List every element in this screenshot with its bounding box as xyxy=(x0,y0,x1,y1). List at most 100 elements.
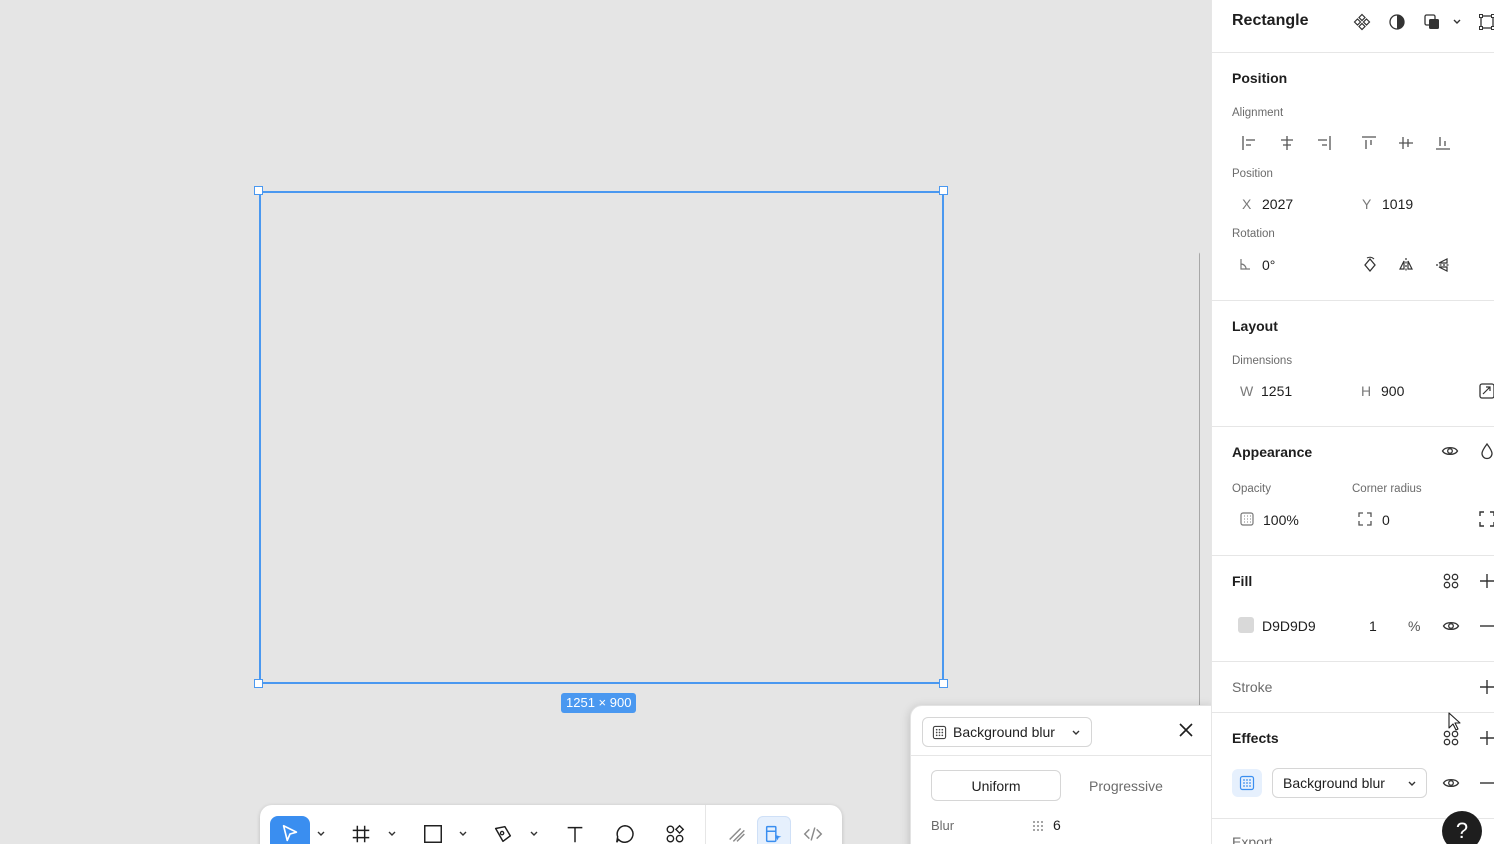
opacity-input[interactable]: 100% xyxy=(1263,512,1299,528)
panel-divider xyxy=(1212,555,1494,556)
rectangle-tool-button[interactable] xyxy=(418,816,448,844)
chevron-down-icon xyxy=(1072,730,1080,735)
flip-vertical-icon[interactable] xyxy=(1434,256,1452,274)
effect-type-label: Background blur xyxy=(953,724,1055,740)
segment-progressive[interactable]: Progressive xyxy=(1061,770,1191,801)
resize-handle-top-right[interactable] xyxy=(939,186,948,195)
segment-uniform[interactable]: Uniform xyxy=(931,770,1061,801)
effect-type-select[interactable]: Background blur xyxy=(922,717,1092,747)
code-tool-button[interactable] xyxy=(798,816,828,844)
x-letter: X xyxy=(1242,196,1252,212)
constrain-proportions-icon[interactable] xyxy=(1478,382,1494,400)
blend-mode-drop-icon[interactable] xyxy=(1478,442,1494,460)
mask-icon[interactable] xyxy=(1388,13,1406,31)
rotate-90-icon[interactable] xyxy=(1361,256,1379,274)
resize-handle-bottom-right[interactable] xyxy=(939,679,948,688)
effect-settings-button[interactable] xyxy=(1232,769,1262,797)
effect-type-dropdown[interactable]: Background blur xyxy=(1272,768,1427,798)
align-bottom-icon[interactable] xyxy=(1434,134,1452,152)
chevron-down-icon[interactable] xyxy=(316,829,326,839)
text-tool-button[interactable] xyxy=(560,816,590,844)
chevron-down-icon xyxy=(1408,781,1416,786)
canvas-scrollbar[interactable] xyxy=(1199,252,1200,712)
fill-visibility-eye-icon[interactable] xyxy=(1442,617,1460,635)
position-label: Position xyxy=(1232,168,1273,180)
panel-divider xyxy=(1212,426,1494,427)
dev-handoff-icon xyxy=(765,825,782,843)
code-icon xyxy=(803,827,823,841)
components-tool-button[interactable] xyxy=(660,816,690,844)
styles-grid-icon[interactable] xyxy=(1442,572,1460,590)
dimension-badge: 1251 × 900 xyxy=(561,693,637,713)
popover-divider xyxy=(911,755,1213,756)
drag-dots-icon[interactable] xyxy=(1032,820,1044,832)
resize-handle-bottom-left[interactable] xyxy=(254,679,263,688)
toolbar-divider xyxy=(705,805,706,844)
move-icon xyxy=(282,824,298,842)
remove-effect-minus-icon[interactable] xyxy=(1478,774,1494,792)
position-section-title: Position xyxy=(1232,70,1288,86)
width-input[interactable]: 1251 xyxy=(1261,383,1292,399)
fill-hex-input[interactable]: D9D9D9 xyxy=(1262,618,1316,634)
align-left-icon[interactable] xyxy=(1240,134,1258,152)
y-input[interactable]: 1019 xyxy=(1382,196,1413,212)
blur-grid-icon xyxy=(932,725,947,740)
chevron-down-icon[interactable] xyxy=(1451,13,1463,31)
add-fill-plus-icon[interactable] xyxy=(1478,572,1494,590)
effect-visibility-eye-icon[interactable] xyxy=(1442,774,1460,792)
effect-settings-popover: Background blur Uniform Progressive Blur… xyxy=(910,705,1213,844)
chevron-down-icon[interactable] xyxy=(387,829,397,839)
rectangle-icon xyxy=(424,825,442,843)
appearance-section-title: Appearance xyxy=(1232,444,1313,460)
component-icon[interactable] xyxy=(1353,13,1371,31)
blur-mode-segmented-control: Uniform Progressive xyxy=(931,770,1193,802)
corner-radius-input[interactable]: 0 xyxy=(1382,512,1390,528)
y-letter: Y xyxy=(1362,196,1372,212)
frame-tool-button[interactable] xyxy=(346,816,376,844)
rotation-input[interactable]: 0° xyxy=(1262,257,1275,273)
close-icon[interactable] xyxy=(1177,721,1195,739)
draw-tool-button[interactable] xyxy=(722,816,752,844)
move-tool-button[interactable] xyxy=(270,816,310,844)
pen-tool-button[interactable] xyxy=(488,816,518,844)
stroke-section-title: Stroke xyxy=(1232,679,1273,695)
components-icon xyxy=(666,824,685,843)
height-input[interactable]: 900 xyxy=(1381,383,1404,399)
selected-rectangle[interactable] xyxy=(259,191,944,684)
fill-color-swatch[interactable] xyxy=(1238,617,1254,633)
h-letter: H xyxy=(1361,383,1372,399)
add-effect-plus-icon[interactable] xyxy=(1478,729,1494,747)
frame-selection-icon[interactable] xyxy=(1478,13,1494,31)
dev-handoff-button[interactable] xyxy=(757,816,791,844)
align-center-horizontal-icon[interactable] xyxy=(1278,134,1296,152)
fill-section-title: Fill xyxy=(1232,573,1253,589)
pen-icon xyxy=(494,825,512,843)
chevron-down-icon[interactable] xyxy=(529,829,539,839)
remove-fill-minus-icon[interactable] xyxy=(1478,617,1494,635)
resize-handle-top-left[interactable] xyxy=(254,186,263,195)
bottom-toolbar xyxy=(260,805,842,844)
boolean-icon[interactable] xyxy=(1423,13,1441,31)
align-middle-vertical-icon[interactable] xyxy=(1397,134,1415,152)
fill-opacity-input[interactable]: 1 xyxy=(1369,618,1377,634)
corner-radius-icon xyxy=(1357,511,1373,527)
align-right-icon[interactable] xyxy=(1315,134,1333,152)
draw-icon xyxy=(729,827,745,842)
add-stroke-plus-icon[interactable] xyxy=(1478,678,1494,696)
visibility-eye-icon[interactable] xyxy=(1441,442,1459,460)
align-top-icon[interactable] xyxy=(1360,134,1378,152)
x-input[interactable]: 2027 xyxy=(1262,196,1293,212)
chevron-down-icon[interactable] xyxy=(458,829,468,839)
text-icon xyxy=(567,826,583,843)
effects-section-title: Effects xyxy=(1232,730,1279,746)
flip-horizontal-icon[interactable] xyxy=(1397,256,1415,274)
comment-tool-button[interactable] xyxy=(610,816,640,844)
help-button[interactable]: ? xyxy=(1442,811,1482,844)
dimensions-label: Dimensions xyxy=(1232,355,1293,367)
effect-type-label: Background blur xyxy=(1283,775,1385,791)
opacity-icon xyxy=(1239,511,1255,527)
blur-value-input[interactable]: 6 xyxy=(1053,817,1061,833)
independent-corners-icon[interactable] xyxy=(1478,510,1494,528)
rotation-angle-icon xyxy=(1238,257,1252,271)
export-section-title: Export xyxy=(1232,834,1273,844)
